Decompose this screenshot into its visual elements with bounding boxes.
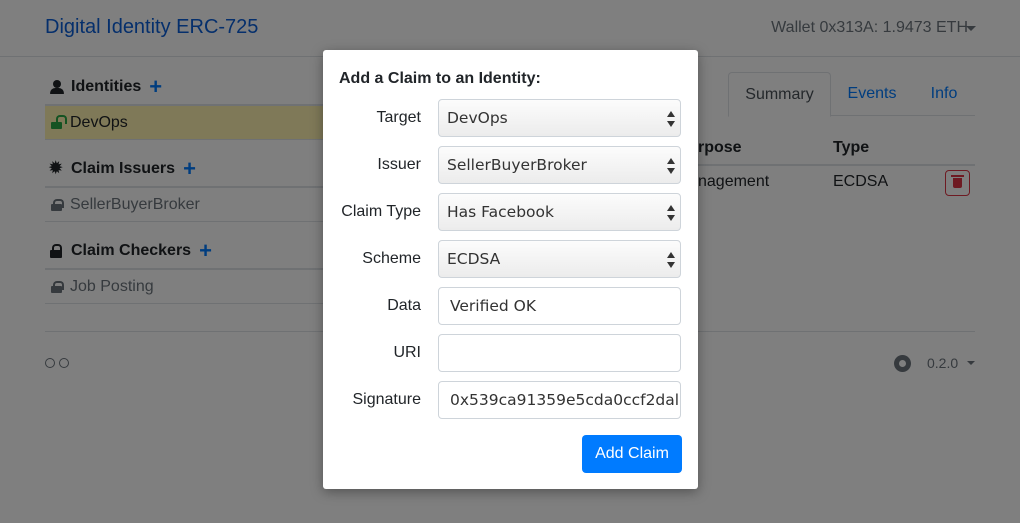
issuer-select[interactable]: SellerBuyerBroker: [438, 146, 681, 184]
scheme-row: Scheme ECDSA: [323, 240, 698, 278]
issuer-label: Issuer: [377, 156, 421, 173]
target-select-value: DevOps: [447, 109, 508, 127]
target-row: Target DevOps: [323, 99, 698, 137]
uri-input[interactable]: [438, 334, 681, 372]
modal-title: Add a Claim to an Identity:: [339, 70, 541, 87]
add-claim-modal: Add a Claim to an Identity: Target DevOp…: [323, 50, 698, 489]
issuer-select-value: SellerBuyerBroker: [447, 156, 587, 174]
claim-type-label: Claim Type: [341, 203, 421, 220]
select-arrows-icon: [667, 158, 675, 174]
data-row: Data Verified OK: [323, 287, 698, 325]
signature-input[interactable]: 0x539ca91359e5cda0ccf2dal: [438, 381, 681, 419]
scheme-select-value: ECDSA: [447, 250, 501, 268]
signature-label: Signature: [352, 391, 422, 408]
scheme-select[interactable]: ECDSA: [438, 240, 681, 278]
claim-type-row: Claim Type Has Facebook: [323, 193, 698, 231]
add-claim-button[interactable]: Add Claim: [582, 435, 682, 473]
uri-label: URI: [393, 344, 421, 361]
select-arrows-icon: [667, 205, 675, 221]
data-label: Data: [387, 297, 421, 314]
claim-type-select[interactable]: Has Facebook: [438, 193, 681, 231]
claim-type-select-value: Has Facebook: [447, 203, 554, 221]
select-arrows-icon: [667, 111, 675, 127]
issuer-row: Issuer SellerBuyerBroker: [323, 146, 698, 184]
select-arrows-icon: [667, 252, 675, 268]
data-input[interactable]: Verified OK: [438, 287, 681, 325]
signature-row: Signature 0x539ca91359e5cda0ccf2dal: [323, 381, 698, 419]
scheme-label: Scheme: [362, 250, 421, 267]
uri-row: URI: [323, 334, 698, 372]
target-label: Target: [376, 109, 421, 126]
target-select[interactable]: DevOps: [438, 99, 681, 137]
